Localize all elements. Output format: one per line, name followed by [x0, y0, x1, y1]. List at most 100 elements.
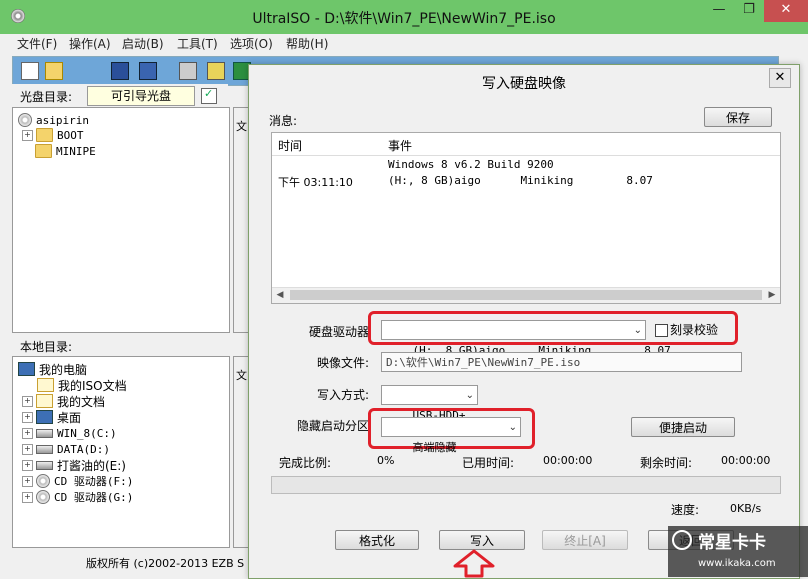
expand-icon[interactable]: + [22, 443, 33, 455]
chevron-down-icon: ⌄ [508, 422, 517, 433]
verify-checkbox[interactable] [655, 324, 668, 337]
quick-boot-button[interactable]: 便捷启动 [631, 417, 735, 437]
log-horizontal-scrollbar[interactable]: ◀ ▶ [272, 287, 780, 303]
tree-item-iso-docs[interactable]: 我的ISO文档 [37, 377, 127, 393]
add-files-icon[interactable] [207, 62, 225, 80]
menu-tools[interactable]: 工具(T) [177, 35, 218, 52]
expand-icon[interactable]: + [22, 427, 33, 439]
tree-item-root[interactable]: asipirin [18, 112, 89, 128]
cd-drive-icon [36, 490, 50, 504]
expand-icon[interactable]: + [22, 411, 33, 423]
drive-label: 硬盘驱动器 [308, 325, 369, 339]
speed-label: 速度: [671, 503, 700, 517]
close-button[interactable]: ✕ [764, 0, 808, 22]
iso-document-icon [37, 378, 54, 392]
tree-item-desktop[interactable]: + 桌面 [22, 409, 81, 425]
write-method-select[interactable]: USB-HDD+ ⌄ [381, 385, 478, 422]
open-folder-icon[interactable] [45, 62, 63, 80]
tree-item-drive-f[interactable]: + CD 驱动器(F:) [22, 473, 133, 489]
stop-button[interactable]: 终止[A] [542, 530, 628, 550]
drive-select[interactable]: (H:, 8 GB)aigo Miniking 8.07 ⌄ [381, 320, 671, 357]
expand-icon[interactable]: + [22, 459, 33, 471]
tree-item-my-docs[interactable]: + 我的文档 [22, 393, 105, 409]
write-method-label: 写入方式: [316, 388, 369, 402]
tree-item-drive-c[interactable]: + WIN_8(C:) [22, 425, 117, 441]
write-button[interactable]: 写入 [439, 530, 525, 550]
tree-item-minipe[interactable]: MINIPE [35, 143, 96, 159]
log-row-event: Windows 8 v6.2 Build 9200 [388, 158, 554, 171]
new-file-icon[interactable] [21, 62, 39, 80]
cd-tree: asipirin + BOOT MINIPE [12, 107, 230, 333]
cd-icon [18, 113, 32, 127]
folder-icon [35, 144, 52, 158]
computer-icon [18, 362, 35, 376]
scroll-thumb[interactable] [290, 290, 762, 300]
dialog-close-button[interactable]: ✕ [769, 68, 791, 88]
menu-boot[interactable]: 启动(B) [122, 35, 164, 52]
messages-label: 消息: [269, 114, 298, 128]
red-up-arrow-icon [453, 549, 495, 578]
menu-file[interactable]: 文件(F) [17, 35, 57, 52]
hard-drive-icon [36, 428, 53, 438]
desktop-icon [36, 410, 53, 424]
menu-action[interactable]: 操作(A) [69, 35, 111, 52]
message-log[interactable]: 时间 事件 Windows 8 v6.2 Build 9200 下午 03:11… [271, 132, 781, 304]
file-list-edge-bottom: 文 [233, 356, 249, 548]
scroll-right-icon[interactable]: ▶ [764, 288, 780, 303]
write-disk-image-dialog: 写入硬盘映像 ✕ 消息: 保存 时间 事件 Windows 8 v6.2 Bui… [248, 64, 800, 579]
image-file-field[interactable]: D:\软件\Win7_PE\NewWin7_PE.iso [381, 352, 742, 372]
column-time: 时间 [278, 139, 303, 153]
verify-label: 刻录校验 [670, 323, 719, 337]
elapsed-label: 已用时间: [462, 456, 515, 470]
progress-label: 完成比例: [279, 456, 332, 470]
extract-icon[interactable] [179, 62, 197, 80]
format-button[interactable]: 格式化 [335, 530, 419, 550]
hide-partition-select[interactable]: 高端隐藏 ⌄ [381, 417, 521, 454]
cd-pane-label: 光盘目录: [20, 90, 73, 104]
tree-item-my-computer[interactable]: 我的电脑 [18, 361, 87, 377]
tree-item-drive-d[interactable]: + DATA(D:) [22, 441, 110, 457]
log-row-time: 下午 03:11:10 [278, 176, 353, 189]
save-icon[interactable] [111, 62, 129, 80]
tree-item-boot[interactable]: + BOOT [22, 127, 84, 143]
menu-bar: 文件(F) 操作(A) 启动(B) 工具(T) 选项(O) 帮助(H) [0, 34, 808, 52]
log-row-event: (H:, 8 GB)aigo Miniking 8.07 [388, 174, 653, 187]
hard-drive-icon [36, 460, 53, 470]
maximize-button[interactable]: ❐ [734, 0, 764, 22]
remaining-label: 剩余时间: [640, 456, 693, 470]
column-event: 事件 [388, 139, 413, 153]
scroll-left-icon[interactable]: ◀ [272, 288, 288, 303]
tree-item-drive-e[interactable]: + 打酱油的(E:) [22, 457, 126, 473]
log-header: 时间 事件 [272, 133, 780, 156]
menu-help[interactable]: 帮助(H) [286, 35, 328, 52]
local-tree: 我的电脑 我的ISO文档 + 我的文档 + 桌面 + WIN_8(C:) + D… [12, 356, 230, 548]
progress-value: 0% [377, 454, 395, 467]
cd-properties-icon[interactable] [201, 87, 217, 104]
save-as-icon[interactable] [139, 62, 157, 80]
copyright-text: 版权所有 (c)2002-2013 EZB S [86, 557, 245, 570]
file-list-edge-top: 文 [233, 107, 249, 333]
window-title: UltraISO - D:\软件\Win7_PE\NewWin7_PE.iso [252, 11, 556, 27]
save-log-button[interactable]: 保存 [704, 107, 772, 127]
watermark-title: 常星卡卡 [698, 532, 766, 553]
window-controls: — ❐ ✕ [704, 0, 808, 22]
title-bar: UltraISO - D:\软件\Win7_PE\NewWin7_PE.iso … [0, 0, 808, 34]
local-pane-label: 本地目录: [20, 340, 73, 354]
local-pane-header: 本地目录: [12, 334, 228, 356]
expand-icon[interactable]: + [22, 491, 33, 503]
chevron-down-icon: ⌄ [633, 325, 642, 336]
expand-icon[interactable]: + [22, 395, 33, 407]
menu-options[interactable]: 选项(O) [230, 35, 273, 52]
remaining-value: 00:00:00 [721, 454, 771, 467]
image-file-label: 映像文件: [316, 356, 369, 370]
cd-type-field[interactable]: 可引导光盘 [87, 86, 195, 106]
elapsed-value: 00:00:00 [543, 454, 593, 467]
watermark-url: www.ikaka.com [698, 558, 776, 569]
ikaka-watermark-logo: 常星卡卡 www.ikaka.com [668, 526, 808, 577]
minimize-button[interactable]: — [704, 0, 734, 22]
expand-icon[interactable]: + [22, 129, 33, 141]
progress-bar [271, 476, 781, 494]
expand-icon[interactable]: + [22, 475, 33, 487]
tree-item-drive-g[interactable]: + CD 驱动器(G:) [22, 489, 133, 505]
chevron-down-icon: ⌄ [465, 390, 474, 401]
